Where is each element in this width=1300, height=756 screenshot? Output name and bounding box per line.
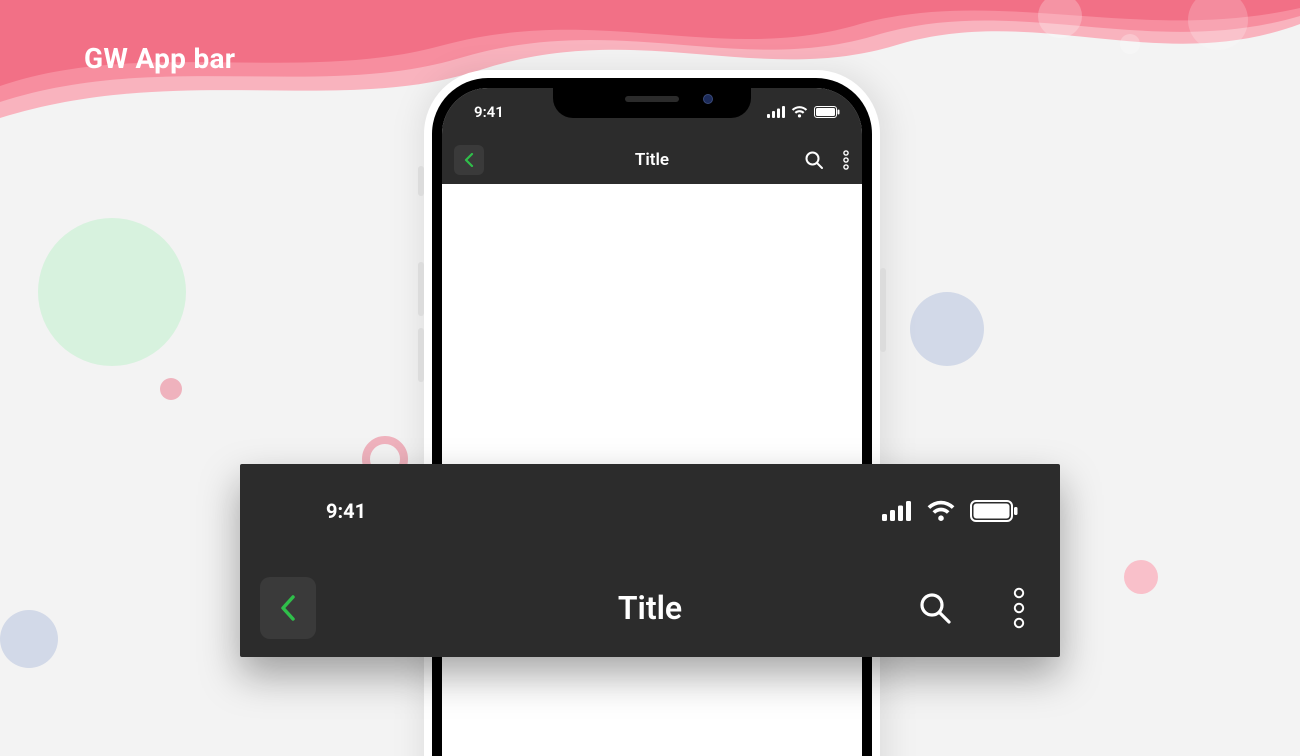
deco-circle: [160, 378, 182, 400]
app-bar-title: Title: [618, 589, 682, 627]
back-button[interactable]: [454, 145, 484, 175]
app-bar-title: Title: [635, 150, 669, 170]
search-icon: [918, 591, 952, 625]
app-bar: Title: [240, 558, 1060, 657]
speaker-icon: [625, 96, 679, 102]
cellular-icon: [882, 501, 912, 521]
back-button[interactable]: [260, 577, 316, 639]
more-button[interactable]: [1012, 587, 1026, 629]
battery-icon: [814, 106, 840, 118]
search-button[interactable]: [918, 591, 952, 625]
battery-icon: [970, 500, 1018, 522]
wifi-icon: [791, 106, 808, 118]
search-button[interactable]: [804, 150, 824, 170]
app-bar: Title: [442, 136, 862, 184]
phone-side-button: [880, 268, 886, 352]
more-vertical-icon: [842, 150, 850, 170]
deco-circle: [1124, 560, 1158, 594]
phone-side-button: [418, 328, 424, 382]
phone-side-button: [418, 262, 424, 316]
more-button[interactable]: [842, 150, 850, 170]
deco-circle: [0, 610, 58, 668]
chevron-left-icon: [464, 153, 474, 167]
page-title: GW App bar: [84, 42, 235, 75]
status-time: 9:41: [474, 103, 504, 121]
phone-side-button: [418, 166, 424, 196]
deco-circle: [910, 292, 984, 366]
status-time: 9:41: [326, 499, 366, 523]
wifi-icon: [926, 500, 956, 522]
cellular-icon: [767, 106, 785, 118]
search-icon: [804, 150, 824, 170]
appbar-zoom-panel: 9:41 Title: [240, 464, 1060, 657]
deco-circle: [38, 218, 186, 366]
chevron-left-icon: [279, 594, 297, 622]
camera-icon: [703, 94, 713, 104]
status-bar: 9:41: [240, 464, 1060, 558]
phone-notch: [553, 88, 751, 118]
more-vertical-icon: [1012, 587, 1026, 629]
